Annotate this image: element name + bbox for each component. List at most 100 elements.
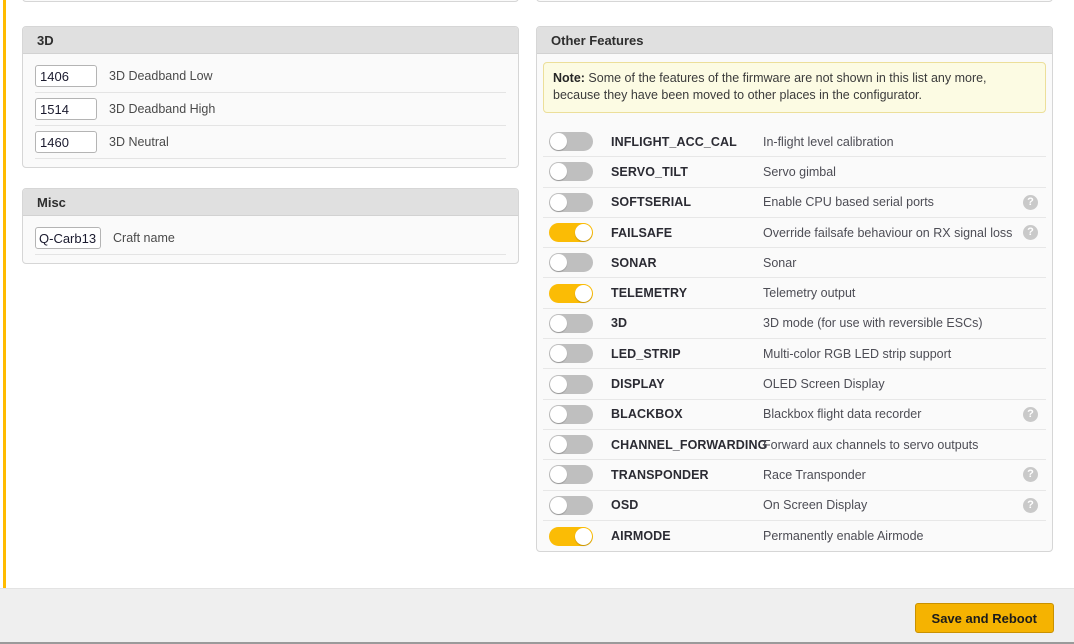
toggle-knob: [550, 436, 567, 454]
panel-other-features-title: Other Features: [537, 27, 1052, 54]
toggle-knob: [550, 466, 567, 484]
3d-deadband-low-input[interactable]: [35, 65, 97, 87]
feature-name: CHANNEL_FORWARDING: [611, 437, 768, 452]
feature-description: In-flight level calibration: [763, 134, 894, 149]
toggle-knob: [550, 405, 567, 423]
feature-name: TRANSPONDER: [611, 467, 709, 482]
field-label: 3D Deadband Low: [109, 69, 213, 83]
feature-description: Telemetry output: [763, 286, 856, 301]
help-icon[interactable]: ?: [1023, 467, 1038, 483]
feature-description: Multi-color RGB LED strip support: [763, 346, 952, 361]
toggle-servo_tilt[interactable]: [549, 162, 593, 182]
field-row: 3D Neutral: [35, 126, 506, 159]
toggle-3d[interactable]: [549, 313, 593, 333]
toggle-telemetry[interactable]: [549, 283, 593, 303]
feature-row: INFLIGHT_ACC_CAL In-flight level calibrat…: [543, 127, 1046, 158]
feature-name: LED_STRIP: [611, 346, 681, 361]
toggle-softserial[interactable]: [549, 192, 593, 212]
feature-name: FAILSAFE: [611, 225, 673, 240]
toggle-knob: [550, 314, 567, 332]
feature-name: SOFTSERIAL: [611, 195, 692, 210]
feature-description: Blackbox flight data recorder: [763, 407, 922, 422]
feature-row: OSD On Screen Display?: [543, 491, 1046, 521]
features-note: Note: Some of the features of the firmwa…: [543, 62, 1046, 113]
panel-3d-title: 3D: [23, 27, 518, 54]
feature-row: 3D 3D mode (for use with reversible ESCs): [543, 309, 1046, 340]
feature-row: BLACKBOX Blackbox flight data recorder?: [543, 400, 1046, 430]
feature-name: SERVO_TILT: [611, 164, 688, 179]
feature-description: Forward aux channels to servo outputs: [763, 437, 979, 452]
feature-description: OLED Screen Display: [763, 377, 885, 392]
help-icon[interactable]: ?: [1023, 406, 1038, 422]
save-and-reboot-button[interactable]: Save and Reboot: [914, 603, 1054, 633]
3d-neutral-input[interactable]: [35, 131, 97, 153]
help-icon[interactable]: ?: [1023, 194, 1038, 210]
panel-misc-body: Craft name: [23, 216, 518, 263]
field-row: 3D Deadband Low: [35, 60, 506, 93]
3d-deadband-high-input[interactable]: [35, 98, 97, 120]
field-label: Craft name: [113, 231, 175, 245]
feature-name: INFLIGHT_ACC_CAL: [611, 134, 737, 149]
toggle-channel_forwarding[interactable]: [549, 435, 593, 455]
feature-row: DISPLAY OLED Screen Display: [543, 369, 1046, 400]
toggle-knob: [575, 527, 592, 545]
panel-above-left-partial: [22, 0, 519, 2]
feature-description: Override failsafe behaviour on RX signal…: [763, 225, 1013, 240]
feature-name: SONAR: [611, 255, 657, 270]
panel-misc-title: Misc: [23, 189, 518, 216]
toggle-blackbox[interactable]: [549, 404, 593, 424]
toggle-knob: [550, 254, 567, 272]
toggle-transponder[interactable]: [549, 465, 593, 485]
feature-name: 3D: [611, 316, 628, 331]
toggle-knob: [550, 193, 567, 211]
feature-description: Permanently enable Airmode: [763, 529, 924, 543]
features-note-text: Some of the features of the firmware are…: [553, 71, 987, 102]
feature-row: CHANNEL_FORWARDING Forward aux channels t…: [543, 430, 1046, 461]
feature-description: On Screen Display: [763, 498, 868, 513]
toggle-knob: [550, 163, 567, 181]
feature-description: Sonar: [763, 255, 797, 270]
feature-name: DISPLAY: [611, 377, 665, 392]
toggle-airmode[interactable]: [549, 526, 593, 546]
feature-row: AIRMODE Permanently enable Airmode: [543, 521, 1046, 551]
feature-row: LED_STRIP Multi-color RGB LED strip suppo…: [543, 339, 1046, 370]
panel-above-right-partial: [536, 0, 1053, 2]
toggle-knob: [550, 496, 567, 514]
feature-name: AIRMODE: [611, 529, 671, 543]
feature-row: TELEMETRY Telemetry output: [543, 278, 1046, 309]
field-label: 3D Neutral: [109, 135, 169, 149]
help-icon[interactable]: ?: [1023, 225, 1038, 241]
feature-name: BLACKBOX: [611, 407, 683, 422]
feature-description: Enable CPU based serial ports: [763, 195, 934, 210]
toggle-knob: [550, 375, 567, 393]
toggle-knob: [550, 133, 567, 151]
feature-name: TELEMETRY: [611, 286, 688, 301]
toggle-sonar[interactable]: [549, 253, 593, 273]
feature-description: Race Transponder: [763, 467, 866, 482]
feature-list: INFLIGHT_ACC_CAL In-flight level calibrat…: [537, 127, 1052, 551]
feature-row: TRANSPONDER Race Transponder?: [543, 460, 1046, 491]
feature-name: OSD: [611, 498, 639, 513]
field-row: Craft name: [35, 222, 506, 255]
field-row: 3D Deadband High: [35, 93, 506, 126]
feature-description: 3D mode (for use with reversible ESCs): [763, 316, 983, 331]
toggle-failsafe[interactable]: [549, 223, 593, 243]
feature-row: SOFTSERIAL Enable CPU based serial ports?: [543, 188, 1046, 218]
toggle-knob: [550, 345, 567, 363]
toggle-led_strip[interactable]: [549, 344, 593, 364]
toggle-knob: [575, 224, 592, 242]
features-note-prefix: Note:: [553, 71, 585, 85]
help-icon[interactable]: ?: [1023, 497, 1038, 513]
configuration-content: 3D 3D Deadband Low 3D Deadband High 3D Neu…: [0, 0, 1074, 588]
field-label: 3D Deadband High: [109, 102, 216, 116]
toggle-display[interactable]: [549, 374, 593, 394]
toggle-osd[interactable]: [549, 495, 593, 515]
footer-bar: Save and Reboot: [0, 588, 1074, 644]
panel-other-features: Other Features Note: Some of the feature…: [536, 26, 1053, 553]
panel-misc: Misc Craft name: [22, 188, 519, 264]
toggle-inflight_acc_cal[interactable]: [549, 132, 593, 152]
panel-3d: 3D 3D Deadband Low 3D Deadband High 3D Neu…: [22, 26, 519, 168]
craft-name-input[interactable]: [35, 227, 101, 249]
panel-3d-body: 3D Deadband Low 3D Deadband High 3D Neutra…: [23, 54, 518, 167]
toggle-knob: [575, 284, 592, 302]
